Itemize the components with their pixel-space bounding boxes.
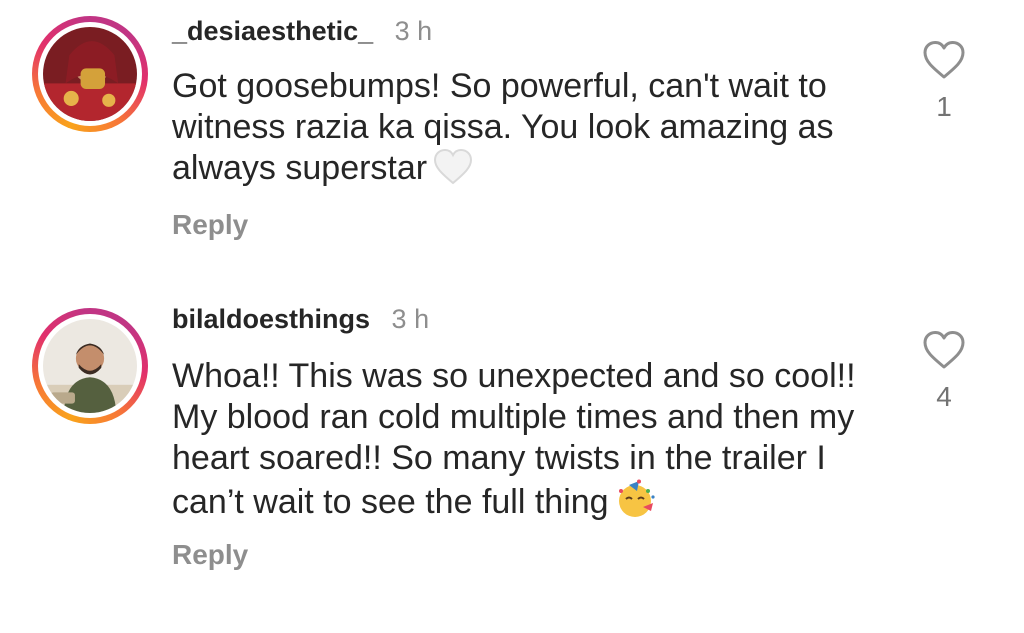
- avatar-gap: [38, 314, 142, 418]
- comment-meta: bilaldoesthings 3 h: [172, 302, 429, 336]
- white-heart-icon: [433, 148, 473, 195]
- story-ring[interactable]: [32, 308, 148, 424]
- like-control: 1: [920, 40, 968, 124]
- reply-button[interactable]: Reply: [172, 538, 248, 572]
- avatar[interactable]: [43, 319, 137, 413]
- reply-button[interactable]: Reply: [172, 208, 248, 242]
- comment-text: Got goosebumps! So powerful, can't wait …: [172, 66, 892, 195]
- username-link[interactable]: _desiaesthetic_: [172, 16, 373, 46]
- partying-face-icon: [615, 479, 657, 529]
- comment-item: bilaldoesthings 3 h Whoa!! This was so u…: [0, 290, 1024, 633]
- avatar-image: [43, 319, 137, 413]
- like-count: 1: [936, 91, 952, 122]
- comment-meta: _desiaesthetic_ 3 h: [172, 14, 432, 48]
- comment-body: Got goosebumps! So powerful, can't wait …: [172, 67, 834, 187]
- comment-text: Whoa!! This was so unexpected and so coo…: [172, 356, 892, 529]
- comment-item: _desiaesthetic_ 3 h Got goosebumps! So p…: [0, 0, 1024, 290]
- heart-outline-icon[interactable]: [920, 330, 968, 370]
- avatar[interactable]: [43, 27, 137, 121]
- avatar-image: [43, 27, 137, 121]
- like-control: 4: [920, 330, 968, 414]
- timestamp: 3 h: [391, 304, 430, 334]
- username-link[interactable]: bilaldoesthings: [172, 304, 370, 334]
- comment-body: Whoa!! This was so unexpected and so coo…: [172, 357, 856, 521]
- heart-outline-icon[interactable]: [920, 40, 968, 80]
- avatar-gap: [38, 22, 142, 126]
- story-ring[interactable]: [32, 16, 148, 132]
- timestamp: 3 h: [394, 16, 433, 46]
- like-count: 4: [936, 381, 952, 412]
